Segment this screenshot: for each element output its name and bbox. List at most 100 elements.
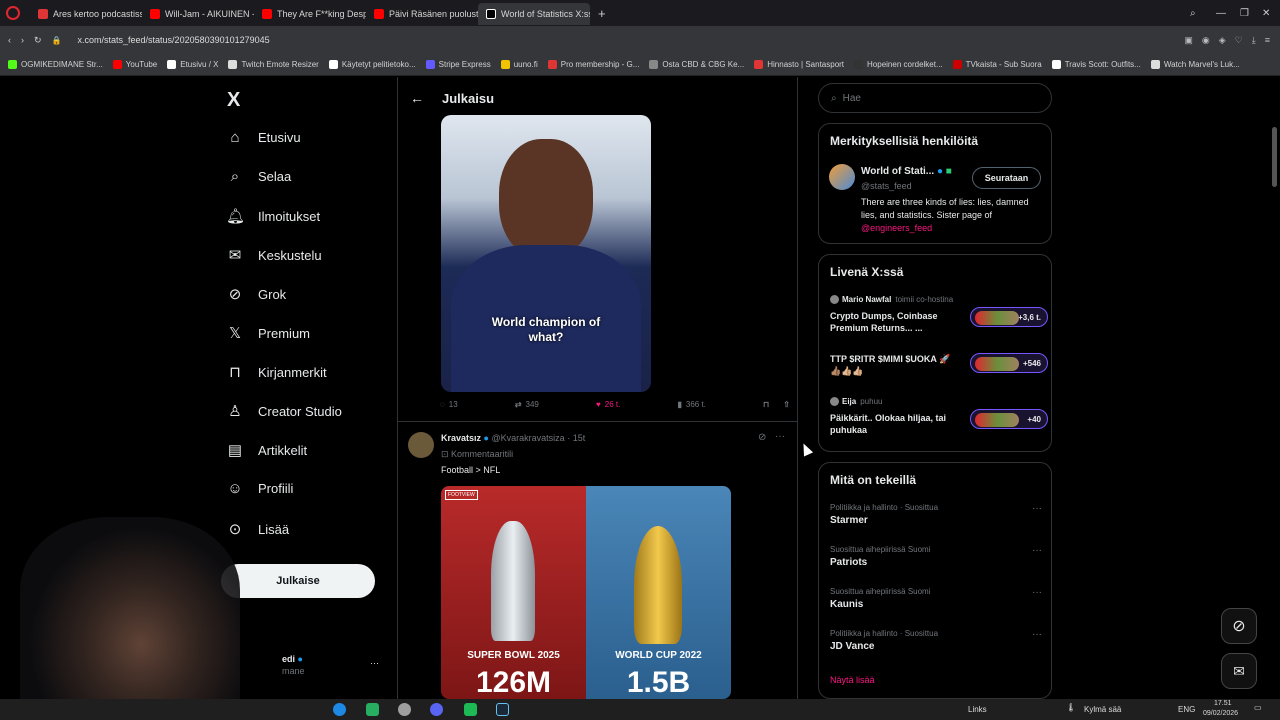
trend-item[interactable]: Politiikka ja hallinto · Suosittua Starme…: [830, 503, 1042, 526]
bookmark-item[interactable]: Watch Marvel's Luk...: [1150, 60, 1240, 69]
show-more-link[interactable]: Näytä lisää: [830, 675, 875, 685]
account-switcher[interactable]: edi ● mane ···: [282, 654, 386, 684]
reply-author-name[interactable]: Kravatsız: [441, 433, 481, 443]
trend-more-icon[interactable]: ···: [1032, 629, 1042, 640]
trend-more-icon[interactable]: ···: [1032, 587, 1042, 598]
bookmark-item[interactable]: YouTube: [112, 60, 157, 69]
repost-button[interactable]: ⇄ 349: [515, 400, 539, 409]
reply-button[interactable]: ◌ 13: [440, 400, 458, 409]
browser-search-icon[interactable]: ⌕: [1190, 8, 1196, 19]
bookmark-item[interactable]: Stripe Express: [425, 60, 491, 69]
clock-date[interactable]: 09/02/2026: [1203, 710, 1238, 717]
bookmark-item[interactable]: TVkaista - Sub Suora: [952, 60, 1042, 69]
post-video[interactable]: World champion of what?: [441, 115, 651, 392]
browser-tab[interactable]: Päivi Räsänen puolustaa k: [366, 3, 478, 25]
url-field[interactable]: x.com/stats_feed/status/2020580390101279…: [72, 30, 1072, 50]
nav-item-profiili[interactable]: ☺ Profiili: [226, 480, 293, 497]
bookmark-item[interactable]: Hopeinen cordelket...: [854, 60, 943, 69]
close-window-button[interactable]: ✕: [1262, 8, 1270, 19]
browser-tab-active[interactable]: World of Statistics X:ssä:✕: [478, 3, 590, 25]
nav-item-etusivu[interactable]: ⌂ Etusivu: [226, 129, 300, 146]
share-icon[interactable]: ⇧: [783, 400, 790, 409]
steam-icon[interactable]: [496, 703, 509, 716]
reply-time[interactable]: 15t: [573, 433, 586, 443]
nav-item-selaa[interactable]: ⌕ Selaa: [226, 168, 291, 185]
nav-item-lisää[interactable]: ⊙ Lisää: [226, 520, 289, 538]
links-toolbar[interactable]: Links: [968, 705, 987, 714]
nav-item-artikkelit[interactable]: ▤ Artikkelit: [226, 441, 307, 459]
reply-more-icon[interactable]: ···: [775, 431, 785, 442]
bookmark-item[interactable]: Etusivu / X: [167, 60, 218, 69]
following-button[interactable]: Seurataan: [972, 167, 1041, 189]
app-icon[interactable]: [398, 703, 411, 716]
reply-avatar[interactable]: [408, 432, 434, 458]
heart-icon[interactable]: ♡: [1235, 35, 1243, 46]
shield-icon[interactable]: ◈: [1219, 35, 1226, 46]
extension-icon[interactable]: ▣: [1184, 35, 1193, 46]
messages-float-button[interactable]: ✉: [1221, 653, 1257, 689]
back-icon[interactable]: ‹: [8, 35, 11, 45]
trend-more-icon[interactable]: ···: [1032, 503, 1042, 514]
bookmark-item[interactable]: Twitch Emote Resizer: [228, 60, 319, 69]
reply-handle[interactable]: @Kvarakravatsiza: [492, 433, 565, 443]
bookmark-item[interactable]: Käytetyt pelitietoko...: [328, 60, 416, 69]
live-item[interactable]: Eija puhuu Päikkärit.. Olokaa hiljaa, tai …: [830, 397, 1048, 441]
browser-tab[interactable]: They Are F**king Desperat: [254, 3, 366, 25]
x-logo[interactable]: X: [227, 89, 240, 112]
download-icon[interactable]: ⤓: [1252, 35, 1256, 46]
nav-item-ilmoitukset[interactable]: 🔔︎ Ilmoitukset: [226, 207, 320, 225]
maximize-button[interactable]: ❐: [1240, 8, 1249, 19]
relevant-handle[interactable]: @stats_feed: [861, 181, 912, 191]
app-icon[interactable]: [464, 703, 477, 716]
trend-item[interactable]: Suosittua aihepiirissä Suomi Kaunis ···: [830, 587, 1042, 610]
nav-item-premium[interactable]: 𝕏 Premium: [226, 324, 310, 342]
app-icon[interactable]: [366, 703, 379, 716]
bio-link[interactable]: @engineers_feed: [861, 223, 932, 233]
back-arrow-icon[interactable]: ←: [410, 90, 424, 106]
account-more-icon[interactable]: ···: [370, 658, 379, 668]
live-item[interactable]: TTP $RITR $MIMI $UOKA 🚀👍🏽👍🏼👍🏼 +546: [830, 353, 1048, 397]
nav-item-grok[interactable]: ⊘ Grok: [226, 285, 286, 303]
menu-icon[interactable]: ≡: [1265, 35, 1270, 46]
notification-icon[interactable]: ▭: [1254, 703, 1262, 712]
grok-icon[interactable]: ⊘: [758, 432, 766, 443]
views-button[interactable]: ▮ 366 t.: [677, 400, 705, 409]
nav-item-kirjanmerkit[interactable]: ⊓ Kirjanmerkit: [226, 363, 326, 381]
relevant-name[interactable]: World of Stati... ● ■: [861, 166, 952, 177]
scrollbar[interactable]: [1272, 127, 1277, 187]
bookmark-item[interactable]: Hinnasto | Santasport: [754, 60, 844, 69]
search-input[interactable]: ⌕ Hae: [818, 83, 1052, 113]
bookmark-item[interactable]: uuno.fi: [500, 60, 538, 69]
camera-icon[interactable]: ◉: [1202, 35, 1210, 46]
trend-item[interactable]: Politiikka ja hallinto · Suosittua JD Van…: [830, 629, 1042, 652]
live-listeners-pill[interactable]: +3,6 t.: [970, 307, 1048, 327]
discord-icon[interactable]: [430, 703, 443, 716]
post-button[interactable]: Julkaise: [221, 564, 375, 598]
nav-item-keskustelu[interactable]: ✉ Keskustelu: [226, 246, 322, 264]
clock-time[interactable]: 17.51: [1214, 700, 1232, 707]
forward-icon[interactable]: ›: [21, 35, 24, 45]
minimize-button[interactable]: —: [1216, 8, 1226, 19]
live-listeners-pill[interactable]: +40: [970, 409, 1048, 429]
like-button[interactable]: ♥ 26 t.: [596, 400, 620, 409]
bookmark-item[interactable]: Osta CBD & CBG Ke...: [649, 60, 744, 69]
weather-text[interactable]: Kylmä sää: [1084, 705, 1121, 714]
browser-tab[interactable]: Ares kertoo podcastissa v: [30, 3, 142, 25]
grok-float-button[interactable]: ⊘: [1221, 608, 1257, 644]
toolbar-extension-icons[interactable]: ▣ ◉ ◈ ♡ ⤓ ≡: [1184, 35, 1270, 46]
live-listeners-pill[interactable]: +546: [970, 353, 1048, 373]
nav-item-creator-studio[interactable]: ♙ Creator Studio: [226, 402, 342, 420]
bookmark-item[interactable]: Pro membership - G...: [547, 60, 639, 69]
new-tab-button[interactable]: +: [598, 6, 606, 21]
live-item[interactable]: Mario Nawfal toimii co-hostina Crypto Dump…: [830, 295, 1048, 339]
reload-icon[interactable]: ↻: [34, 35, 42, 46]
trend-item[interactable]: Suosittua aihepiirissä Suomi Patriots ···: [830, 545, 1042, 568]
relevant-avatar[interactable]: [829, 164, 855, 190]
bookmark-item[interactable]: Travis Scott: Outfits...: [1051, 60, 1141, 69]
reply-image[interactable]: SUPER BOWL 2025 126M FOOTVIEW WORLD CUP …: [441, 486, 731, 699]
bookmark-button[interactable]: ⊓ ⇧: [763, 400, 790, 409]
edge-icon[interactable]: [333, 703, 346, 716]
bookmark-item[interactable]: OGMIKEDIMANE Str...: [8, 60, 103, 69]
trend-more-icon[interactable]: ···: [1032, 545, 1042, 556]
opera-logo-icon[interactable]: [6, 6, 20, 20]
